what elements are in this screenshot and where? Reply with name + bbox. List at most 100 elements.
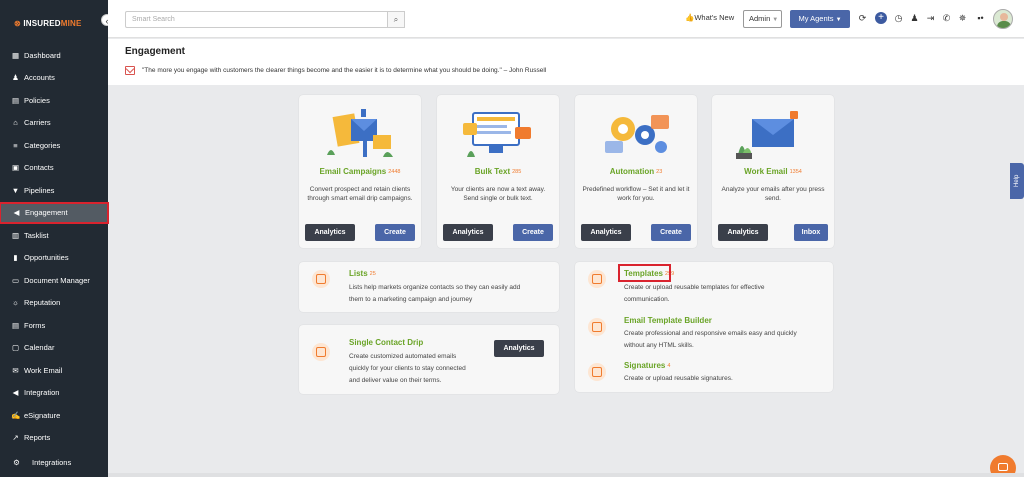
my-agents-label: My Agents (798, 14, 834, 23)
avatar[interactable] (993, 9, 1013, 29)
sidebar-item-calendar[interactable]: ▢ Calendar (0, 337, 108, 360)
sidebar-item-label: Opportunities (24, 253, 69, 263)
logo-suffix: MINE (60, 19, 82, 28)
help-label: Help (1014, 174, 1020, 188)
sidebar-item-integration[interactable]: ◀ Integration (0, 382, 108, 405)
carriers-icon: ⌂ (13, 118, 18, 128)
count-badge: 2448 (388, 169, 401, 175)
horizontal-scrollbar[interactable] (108, 473, 1024, 477)
drip-analytics-button[interactable]: Analytics (494, 340, 544, 357)
add-icon[interactable]: + (875, 12, 887, 24)
sidebar-item-opportunities[interactable]: ▮ Opportunities (0, 247, 108, 270)
sidebar-item-integrations[interactable]: ⚙ Integrations (0, 449, 108, 475)
notifications-icon[interactable]: ▪• (975, 13, 986, 23)
bulk-text-illustration-icon (463, 112, 531, 157)
sidebar-item-label: Reputation (24, 298, 61, 308)
sidebar-item-accounts[interactable]: ♟ Accounts (0, 67, 108, 90)
card-title-text: Email Campaigns (319, 167, 387, 176)
policies-icon: ▤ (11, 95, 20, 105)
count-badge: 25 (369, 271, 376, 277)
work-email-illustration-icon (736, 111, 798, 159)
tasklist-icon: ▥ (11, 230, 20, 240)
drip-icon (312, 343, 330, 361)
analytics-button[interactable]: Analytics (718, 224, 768, 241)
whats-new-label: What's New (694, 13, 735, 22)
logo-mark-icon: ⊗ (14, 19, 21, 28)
sidebar-item-label: Reports (24, 433, 51, 443)
work-email-icon: ✉ (12, 365, 19, 375)
calendar-icon: ▢ (11, 343, 20, 353)
sidebar-item-forms[interactable]: ▤ Forms (0, 314, 108, 337)
templates-icon (588, 270, 606, 288)
work-email-card: Work Email 1354 Analyze your emails after… (712, 95, 834, 248)
lists-title-text: Lists (349, 269, 368, 278)
logout-icon[interactable]: ⇥ (925, 13, 936, 24)
opportunities-icon: ▮ (13, 253, 18, 263)
sidebar-item-reputation[interactable]: ☼ Reputation (0, 292, 108, 315)
signatures-title-text: Signatures (624, 361, 666, 370)
sidebar-item-categories[interactable]: ≡ Categories (0, 134, 108, 157)
engagement-quote: "The more you engage with customers the … (142, 67, 547, 74)
sidebar-item-reports[interactable]: ↗ Reports (0, 427, 108, 450)
accounts-icon: ♟ (12, 73, 19, 83)
page-header: Engagement "The more you engage with cus… (108, 39, 1024, 85)
drip-description-line: and deliver value on their terms. (349, 377, 442, 384)
templates-card: Templates 299 Create or upload reusable t… (575, 262, 833, 392)
analytics-button[interactable]: Analytics (443, 224, 493, 241)
contacts-icon: ▣ (11, 163, 20, 173)
sidebar-item-label: Forms (24, 320, 46, 330)
sidebar-item-dashboard[interactable]: ▦ Dashboard (0, 44, 108, 67)
sidebar-item-work-email[interactable]: ✉ Work Email (0, 359, 108, 382)
card-description: Convert prospect and retain clients thro… (307, 186, 413, 202)
pipelines-icon: ▼ (11, 185, 20, 195)
card-description: Your clients are now a text away. Send s… (450, 186, 546, 202)
fire-icon: 👍 (685, 13, 695, 22)
card-title[interactable]: Email Campaigns 2448 (299, 167, 421, 176)
sidebar-item-label: Calendar (24, 343, 55, 353)
sidebar-item-pipelines[interactable]: ▼ Pipelines (0, 179, 108, 202)
card-title-text: Automation (609, 167, 655, 176)
help-tab[interactable]: Help (1010, 163, 1024, 199)
create-button[interactable]: Create (375, 224, 415, 241)
automation-illustration-icon (605, 115, 669, 153)
sidebar-item-policies[interactable]: ▤ Policies (0, 89, 108, 112)
drip-description-line: quickly for your clients to stay connect… (349, 365, 466, 372)
inbox-button[interactable]: Inbox (794, 224, 828, 241)
sidebar-item-carriers[interactable]: ⌂ Carriers (0, 112, 108, 135)
analytics-button[interactable]: Analytics (581, 224, 631, 241)
settings-chip-icon[interactable]: ✵ (957, 13, 968, 24)
analytics-button[interactable]: Analytics (305, 224, 355, 241)
search-input[interactable]: Smart Search (125, 11, 405, 28)
search-icon[interactable]: ⌕ (387, 11, 405, 28)
email-template-builder-title[interactable]: Email Template Builder (624, 316, 712, 325)
phone-icon[interactable]: ✆ (941, 13, 952, 24)
lists-title[interactable]: Lists 25 (349, 269, 376, 278)
create-button[interactable]: Create (651, 224, 691, 241)
create-button[interactable]: Create (513, 224, 553, 241)
admin-select[interactable]: Admin ▼ (743, 10, 782, 28)
sidebar-item-label: Categories (24, 140, 61, 150)
sidebar-item-engagement[interactable]: ◀ Engagement (0, 201, 109, 224)
lists-description: Lists help markets organize contacts so … (349, 282, 520, 306)
sync-icon[interactable]: ⟳ (857, 13, 868, 24)
card-title[interactable]: Work Email 1354 (712, 167, 834, 176)
sidebar-item-label: Pipelines (24, 185, 55, 195)
builder-description-line: without any HTML skills. (624, 342, 694, 349)
drip-title[interactable]: Single Contact Drip (349, 338, 423, 347)
sidebar-item-contacts[interactable]: ▣ Contacts (0, 157, 108, 180)
card-description: Analyze your emails after you press send… (721, 186, 825, 202)
sidebar-item-tasklist[interactable]: ▥ Tasklist (0, 224, 108, 247)
card-title-text: Work Email (744, 167, 788, 176)
reports-icon: ↗ (12, 433, 19, 443)
card-title[interactable]: Bulk Text 285 (437, 167, 559, 176)
categories-icon: ≡ (13, 140, 18, 150)
my-agents-button[interactable]: My Agents ▼ (790, 10, 850, 28)
signatures-title[interactable]: Signatures 4 (624, 361, 670, 370)
bell-icon[interactable]: ♟ (909, 13, 920, 24)
app-logo[interactable]: ⊗ INSUREDMINE (14, 19, 82, 28)
card-title[interactable]: Automation 23 (575, 167, 697, 176)
clock-icon[interactable]: ◷ (893, 13, 904, 24)
whats-new-link[interactable]: 👍What's New (685, 13, 734, 22)
sidebar-item-document-manager[interactable]: ▭ Document Manager (0, 269, 108, 292)
sidebar-item-esignature[interactable]: ✍ eSignature (0, 404, 108, 427)
